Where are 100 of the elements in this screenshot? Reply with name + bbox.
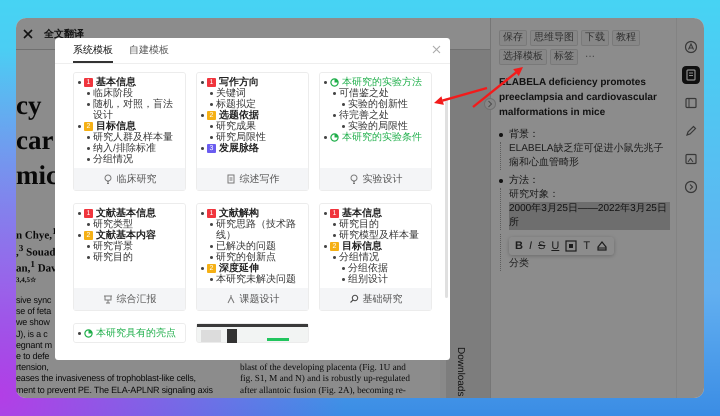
bullet-dot <box>201 212 204 215</box>
abstract-text: J), is a c <box>16 328 48 340</box>
bullet-dot <box>210 223 213 226</box>
bullet-dot <box>210 92 213 95</box>
downloads-label[interactable]: Downloads <box>455 346 466 398</box>
compass-icon <box>226 294 236 304</box>
boxed-square-icon[interactable] <box>565 240 578 252</box>
bullet-dot <box>342 103 345 106</box>
bullet-dot <box>210 125 213 128</box>
outline-text: ELABELA缺乏症可促进小鼠先兆子痫和心血管畸形 <box>509 143 664 168</box>
outline-item: 基本信息 <box>96 77 136 88</box>
bullet-dot <box>201 81 204 84</box>
template-card[interactable]: 本研究具有的亮点 <box>73 323 186 343</box>
article-title-text: cy <box>16 89 42 122</box>
selected-text: 2000年3月25日——2022年3月25日所 <box>509 202 670 230</box>
outline-item: 研究的创新点 <box>216 252 276 263</box>
outline-item: 文献解构 <box>219 208 259 219</box>
outline-item: 研究局限性 <box>216 132 266 143</box>
abstract-text: se of feta <box>16 306 52 318</box>
bullet-dot <box>333 114 336 117</box>
outline-item: 研究类型 <box>93 219 133 230</box>
close-icon[interactable] <box>22 28 34 40</box>
translate-label[interactable]: 全文翻译 <box>44 26 84 40</box>
bullet-dot <box>87 136 90 139</box>
toolbar-button[interactable]: 教程 <box>612 30 640 46</box>
format-button[interactable]: B <box>515 240 523 252</box>
paint-bucket-icon[interactable] <box>596 240 608 252</box>
more-button[interactable]: ··· <box>581 49 599 65</box>
bullet-dot <box>342 278 345 281</box>
toolbar-button[interactable]: 标签 <box>550 49 578 65</box>
outline-item: 深度延伸 <box>219 263 259 274</box>
search-icon <box>348 294 358 304</box>
dialog-tab[interactable]: 系统模板 <box>73 42 113 63</box>
bullet-dot <box>87 147 90 150</box>
toolbar-button[interactable]: 思维导图 <box>530 30 578 46</box>
bullet-dot <box>78 81 81 84</box>
bullet-dot <box>87 103 90 106</box>
abstract-text: rtension, <box>16 362 49 374</box>
outline-item: 组别设计 <box>348 274 388 285</box>
bullet-dot <box>78 332 81 335</box>
bullet-dot <box>87 245 90 248</box>
outline-item: 分组情况 <box>93 154 133 165</box>
outline-item: 研究目的 <box>339 219 379 230</box>
outline-heading: 方法： <box>509 174 539 188</box>
outline-item: 目标信息 <box>342 241 382 252</box>
toolbar-button[interactable]: 选择模板 <box>499 49 547 65</box>
bullet-dot <box>87 92 90 95</box>
outline-item: 文献基本内容 <box>96 230 156 241</box>
bullet-dot <box>210 245 213 248</box>
bullet-dot <box>201 147 204 150</box>
format-button[interactable]: U <box>551 240 560 252</box>
outline-item: 可借鉴之处 <box>339 88 389 99</box>
outline-item: 基本信息 <box>342 208 382 219</box>
template-card[interactable]: 本研究的实验方法 可借鉴之处 实验的创新性 待完善之处 实验的局限性 本研究的实验条件 实验设计 <box>319 72 432 191</box>
toolbar-button[interactable]: 保存 <box>499 30 527 46</box>
pen-icon <box>684 124 698 138</box>
rail-button[interactable] <box>682 66 700 84</box>
bullet-dot <box>333 256 336 259</box>
outline-item: 随机，对照，盲法设计 <box>93 99 174 121</box>
author-text: ,$^{3}$ Souad <box>16 242 56 258</box>
abstract-text: ment to prevent PE. The ELA-APLNR signaling axis <box>16 384 213 396</box>
outline-heading: 背景： <box>509 128 539 142</box>
outline-item: 研究目的 <box>93 252 133 263</box>
bulb-icon <box>348 174 358 184</box>
outline-item: 纳入/排除标准 <box>93 143 156 154</box>
outline-item: 已解决的问题 <box>216 241 276 252</box>
abstract-text: eases the invasiveness of trophoblast-like cells, <box>16 373 196 385</box>
outline-item: 实验的创新性 <box>348 99 408 110</box>
bullet-dot <box>333 234 336 237</box>
presentation-icon <box>102 294 112 304</box>
toolbar-button[interactable]: 下载 <box>581 30 609 46</box>
bullet-dot <box>210 103 213 106</box>
app-screenshot-thumbnail[interactable] <box>196 323 309 343</box>
outline-item: 本研究具有的亮点 <box>96 328 176 339</box>
bullet-dot <box>201 267 204 270</box>
dialog-tab[interactable]: 自建模板 <box>129 42 169 63</box>
card-label: 实验设计 <box>362 172 402 186</box>
bullet-dot <box>201 114 204 117</box>
author-text: an,$^{1}$ Dav <box>16 258 57 275</box>
bullet-dot <box>210 136 213 139</box>
outline-item: 发展脉络 <box>219 143 259 154</box>
bullet-dot <box>87 256 90 259</box>
a-circle-icon <box>684 40 698 54</box>
milestone-icon <box>84 329 93 338</box>
outline-item: 研究背景 <box>93 241 133 252</box>
milestone-icon <box>330 78 339 87</box>
format-button[interactable]: S <box>538 240 546 252</box>
bulb-icon <box>102 174 112 184</box>
outline-item: 文献基本信息 <box>96 208 156 219</box>
outline-item: 实验的局限性 <box>348 121 408 132</box>
bullet-dot <box>78 212 81 215</box>
format-button[interactable]: T <box>583 240 590 252</box>
bullet-dot <box>342 267 345 270</box>
outline-item: 分组依据 <box>348 263 388 274</box>
bullet-dot <box>499 133 503 137</box>
format-button[interactable]: I <box>528 240 532 252</box>
outline-item: 标题拟定 <box>216 99 256 110</box>
outline-item: 待完善之处 <box>339 110 389 121</box>
card-label: 综合汇报 <box>116 292 156 306</box>
outline-item: 关键词 <box>216 88 246 99</box>
